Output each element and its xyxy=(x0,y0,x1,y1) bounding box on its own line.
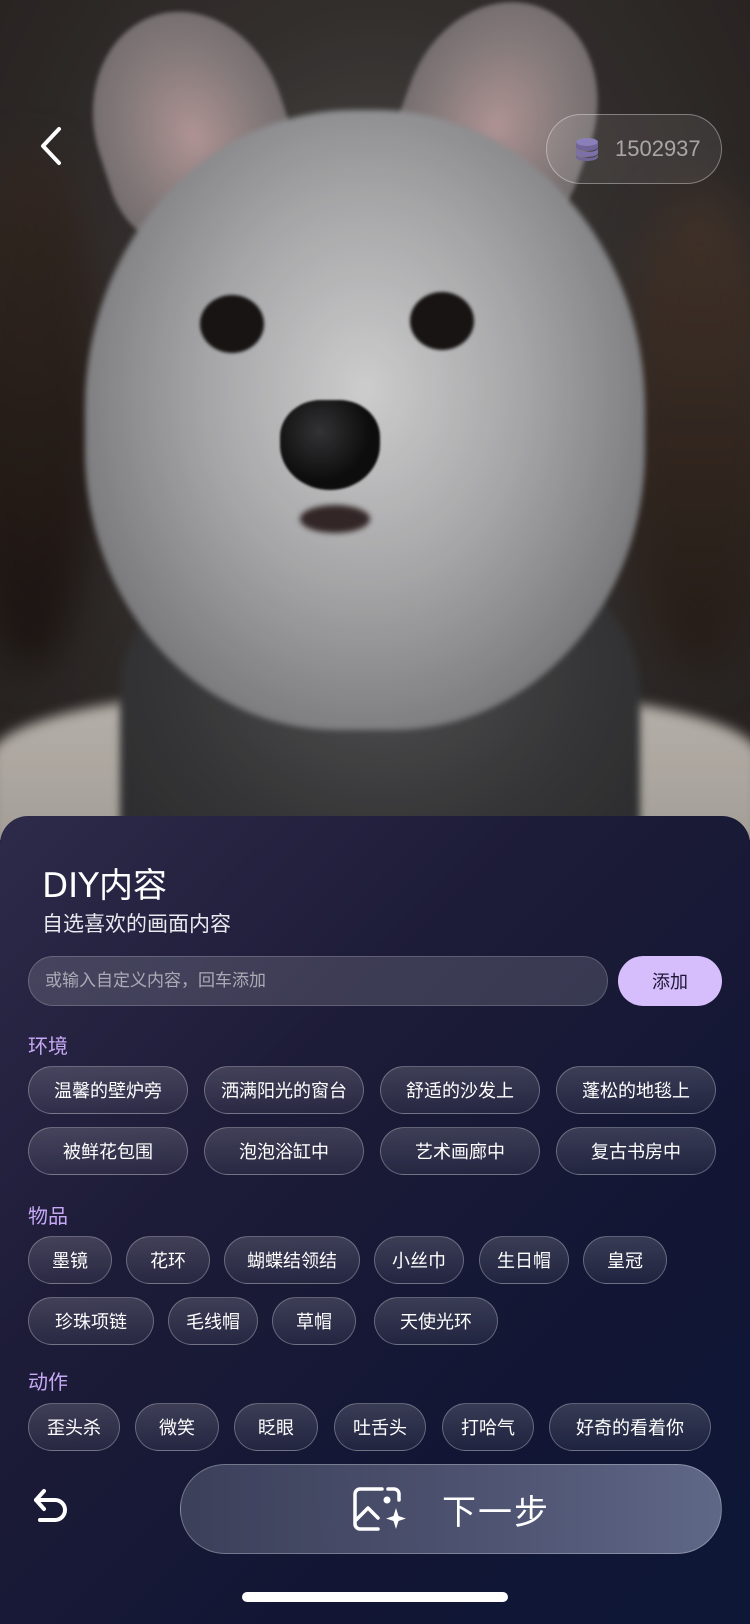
chip-environment[interactable]: 洒满阳光的窗台 xyxy=(204,1066,364,1114)
chip-item[interactable]: 墨镜 xyxy=(28,1236,112,1284)
section-label-environment: 环境 xyxy=(28,1034,68,1058)
chip-environment[interactable]: 舒适的沙发上 xyxy=(380,1066,540,1114)
chip-action[interactable]: 好奇的看着你 xyxy=(549,1403,711,1451)
section-label-items: 物品 xyxy=(28,1204,68,1228)
chip-item[interactable]: 天使光环 xyxy=(374,1297,498,1345)
next-step-label: 下一步 xyxy=(442,1492,550,1533)
chip-item[interactable]: 小丝巾 xyxy=(374,1236,464,1284)
chip-environment[interactable]: 被鲜花包围 xyxy=(28,1127,188,1175)
add-button[interactable]: 添加 xyxy=(618,956,722,1006)
chip-environment[interactable]: 复古书房中 xyxy=(556,1127,716,1175)
chip-action[interactable]: 打哈气 xyxy=(442,1403,534,1451)
sheet-title: DIY内容 xyxy=(42,866,167,906)
chip-action[interactable]: 吐舌头 xyxy=(334,1403,426,1451)
chip-item[interactable]: 生日帽 xyxy=(479,1236,569,1284)
chip-item[interactable]: 珍珠项链 xyxy=(28,1297,154,1345)
undo-icon xyxy=(34,1489,67,1522)
undo-button[interactable] xyxy=(26,1482,74,1530)
next-step-button[interactable]: 下一步 xyxy=(180,1464,722,1554)
custom-input-row: 添加 xyxy=(28,956,722,1006)
chip-item[interactable]: 毛线帽 xyxy=(168,1297,258,1345)
chip-item[interactable]: 蝴蝶结领结 xyxy=(224,1236,360,1284)
sheet-subtitle: 自选喜欢的画面内容 xyxy=(42,912,231,936)
chip-action[interactable]: 歪头杀 xyxy=(28,1403,120,1451)
coin-stack-icon xyxy=(576,138,598,161)
home-indicator[interactable] xyxy=(242,1592,508,1602)
image-sparkle-icon xyxy=(353,1487,406,1531)
chip-environment[interactable]: 温馨的壁炉旁 xyxy=(28,1066,188,1114)
chip-item[interactable]: 草帽 xyxy=(272,1297,356,1345)
chip-action[interactable]: 眨眼 xyxy=(234,1403,318,1451)
section-label-actions: 动作 xyxy=(28,1370,68,1394)
coin-balance[interactable]: 1502937 xyxy=(546,114,722,184)
chevron-left-icon xyxy=(41,127,61,165)
chip-environment[interactable]: 蓬松的地毯上 xyxy=(556,1066,716,1114)
chip-item[interactable]: 皇冠 xyxy=(583,1236,667,1284)
coin-count: 1502937 xyxy=(615,136,701,161)
chip-environment[interactable]: 艺术画廊中 xyxy=(380,1127,540,1175)
custom-content-input[interactable] xyxy=(28,956,608,1006)
chip-environment[interactable]: 泡泡浴缸中 xyxy=(204,1127,364,1175)
chip-item[interactable]: 花环 xyxy=(126,1236,210,1284)
chip-action[interactable]: 微笑 xyxy=(135,1403,219,1451)
back-button[interactable] xyxy=(28,118,72,174)
